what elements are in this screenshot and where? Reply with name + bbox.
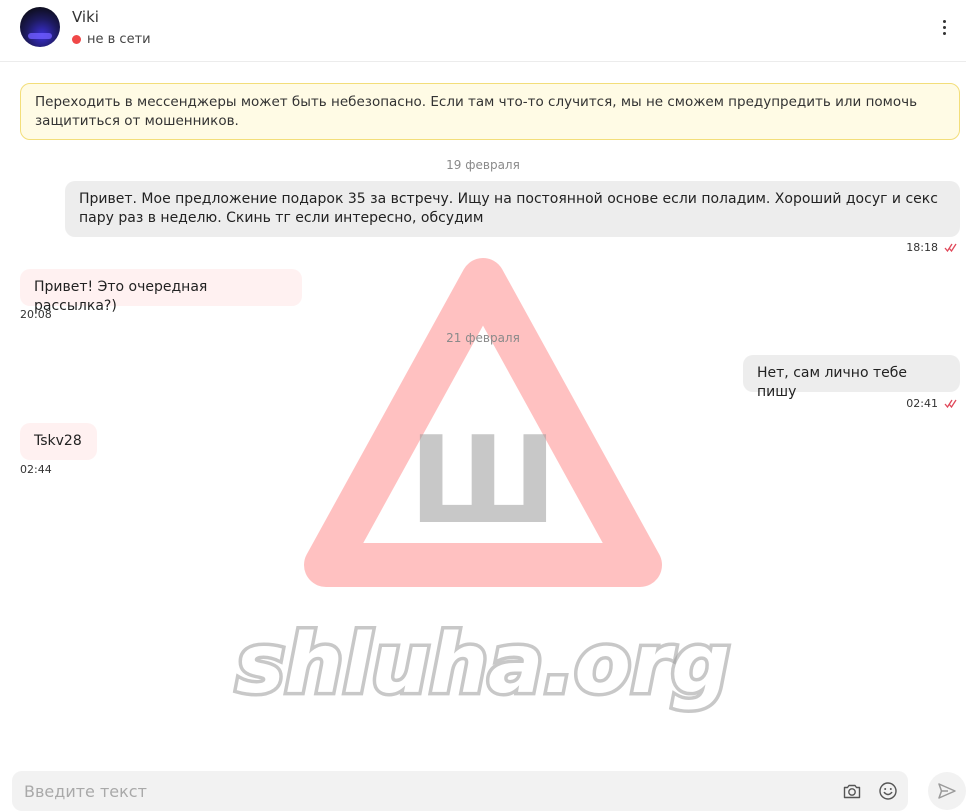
message-time: 02:44 <box>20 463 52 476</box>
contact-avatar[interactable] <box>20 7 60 47</box>
emoji-icon[interactable] <box>878 781 898 801</box>
read-checkmarks-icon <box>944 399 957 408</box>
date-separator: 19 февраля <box>446 158 520 172</box>
read-checkmarks-icon <box>944 243 957 252</box>
contact-status: не в сети <box>72 32 151 47</box>
outgoing-message[interactable]: Нет, сам лично тебе пишу <box>743 355 960 400</box>
send-button[interactable] <box>928 772 966 810</box>
offline-dot-icon <box>72 35 81 44</box>
message-time: 20:08 <box>20 308 52 321</box>
incoming-message[interactable]: Tskv28 <box>20 423 97 460</box>
status-text: не в сети <box>87 32 151 47</box>
message-time: 18:18 <box>906 241 938 254</box>
chat-header: Viki не в сети <box>0 0 966 62</box>
message-input[interactable] <box>12 771 832 811</box>
watermark-letter: Ш <box>409 412 557 551</box>
kebab-menu-icon[interactable] <box>936 16 952 38</box>
date-separator: 21 февраля <box>446 331 520 345</box>
message-composer <box>12 771 908 811</box>
camera-icon[interactable] <box>842 781 862 801</box>
watermark-site: shluha.org <box>236 617 730 712</box>
outgoing-message[interactable]: Привет. Мое предложение подарок 35 за вс… <box>65 181 960 237</box>
security-warning-banner: Переходить в мессенджеры может быть небе… <box>20 83 960 140</box>
incoming-message[interactable]: Привет! Это очередная рассылка?) <box>20 269 302 314</box>
warning-triangle-icon <box>304 258 662 587</box>
send-icon <box>938 783 956 799</box>
message-time: 02:41 <box>906 397 938 410</box>
message-meta: 02:41 <box>906 397 958 410</box>
message-meta: 18:18 <box>906 241 958 254</box>
contact-name[interactable]: Viki <box>72 8 99 26</box>
